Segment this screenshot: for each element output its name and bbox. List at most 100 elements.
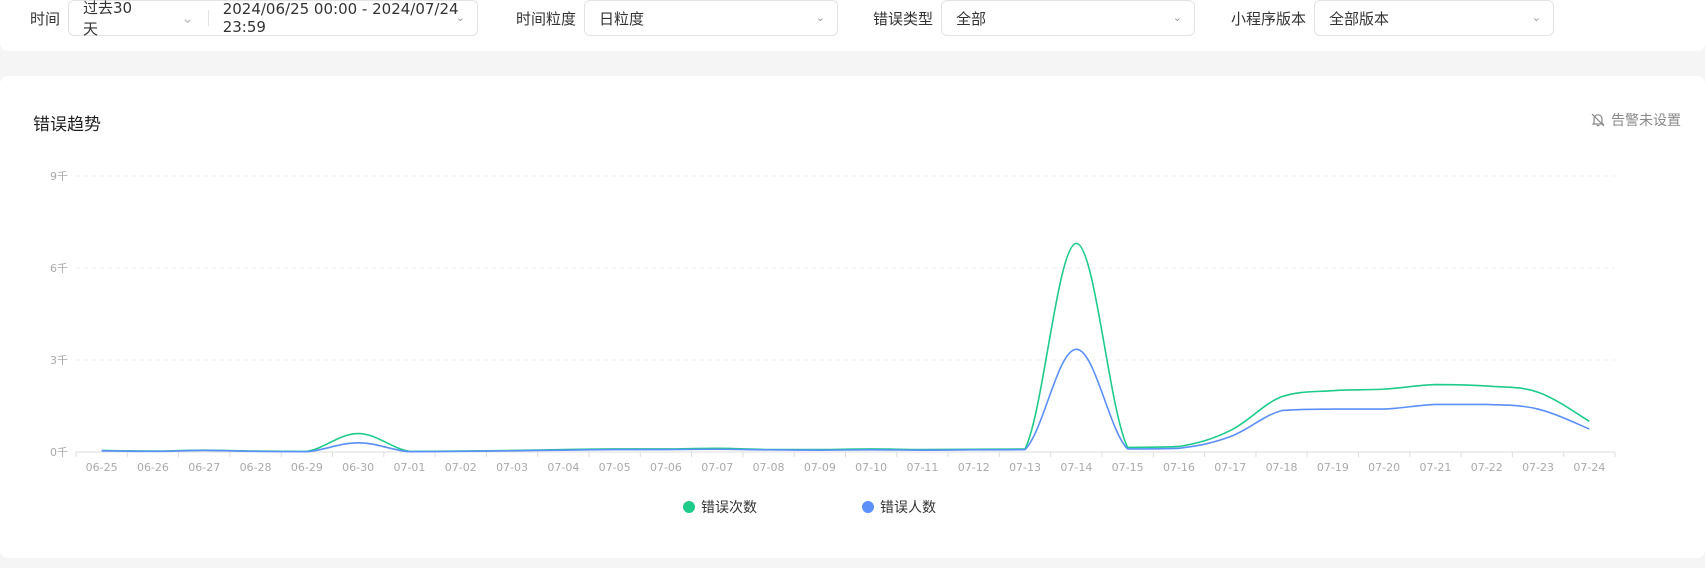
x-tick-label: 07-23 (1522, 461, 1554, 474)
data-point (511, 450, 513, 452)
error-trend-card: 错误趋势 告警未设置 0千 3千 6千 9千 06-25 06-26 06-27 06-28 0… (0, 76, 1705, 558)
x-tick-label: 07-11 (906, 461, 938, 474)
data-point (921, 449, 923, 451)
x-tick-label: 07-10 (855, 461, 887, 474)
time-filter-label: 时间 (30, 9, 61, 28)
x-tick-label: 07-05 (599, 461, 631, 474)
chevron-down-icon: ⌄ (181, 9, 194, 27)
x-tick-label: 07-16 (1163, 461, 1195, 474)
granularity-value: 日粒度 (599, 9, 645, 28)
data-point (1383, 408, 1385, 410)
data-point (1075, 242, 1077, 244)
data-point (819, 449, 821, 451)
error-trend-chart: 0千 3千 6千 9千 06-25 06-26 06-27 06-28 06-29 06-30 07… (50, 170, 1616, 474)
data-point (254, 450, 256, 452)
data-point (1434, 403, 1436, 405)
x-tick-label: 07-18 (1266, 461, 1298, 474)
data-point (1332, 408, 1334, 410)
error-type-select[interactable]: 全部 ⌄ (941, 0, 1196, 36)
data-point (1280, 409, 1282, 411)
data-point (408, 450, 410, 452)
x-tick-label: 07-12 (958, 461, 990, 474)
legend-label: 错误次数 (701, 500, 757, 516)
data-point (1537, 391, 1539, 393)
data-point (870, 449, 872, 451)
data-point (562, 449, 564, 451)
x-tick-label: 07-08 (753, 461, 785, 474)
x-tick-label: 06-29 (291, 461, 323, 474)
x-tick-label: 07-06 (650, 461, 682, 474)
series-line-users (101, 348, 1590, 453)
x-tick-label: 07-19 (1317, 461, 1349, 474)
x-tick-label: 07-07 (701, 461, 733, 474)
x-tick-label: 07-20 (1368, 461, 1400, 474)
error-type-value: 全部 (956, 9, 987, 28)
chevron-down-icon: ⌄ (455, 11, 466, 24)
time-range-select[interactable]: 过去30天 ⌄ 2024/06/25 00:00 - 2024/07/24 23… (68, 0, 479, 38)
x-tick-label: 07-15 (1112, 461, 1144, 474)
data-point (665, 448, 667, 450)
y-tick-label: 0千 (50, 446, 68, 459)
y-tick-label: 9千 (50, 170, 68, 183)
data-point (1383, 388, 1385, 390)
x-tick-label: 06-25 (86, 461, 118, 474)
data-point (1486, 403, 1488, 405)
x-tick-label: 07-22 (1471, 461, 1503, 474)
data-point (306, 450, 308, 452)
chevron-down-icon: ⌄ (1531, 11, 1542, 24)
data-point (973, 449, 975, 451)
version-select[interactable]: 全部版本 ⌄ (1314, 0, 1555, 36)
data-point (100, 450, 102, 452)
chevron-down-icon: ⌄ (1172, 11, 1183, 24)
legend-item-users[interactable]: 错误人数 (862, 497, 936, 517)
legend-label: 错误人数 (880, 500, 936, 516)
x-tick-label: 07-04 (547, 461, 579, 474)
filter-bar: 时间 过去30天 ⌄ 2024/06/25 00:00 - 2024/07/24… (0, 0, 1705, 51)
data-point (1434, 383, 1436, 385)
data-point (1126, 448, 1128, 450)
data-point (152, 450, 154, 452)
version-filter: 小程序版本 全部版本 ⌄ (1231, 0, 1555, 38)
data-point (1588, 428, 1590, 430)
date-range-value: 2024/06/25 00:00 - 2024/07/24 23:59 (222, 0, 459, 36)
x-tick-label: 07-03 (496, 461, 528, 474)
error-type-filter: 错误类型 全部 ⌄ (873, 0, 1196, 38)
data-point (1178, 447, 1180, 449)
data-point (1486, 385, 1488, 387)
time-filter: 时间 过去30天 ⌄ 2024/06/25 00:00 - 2024/07/24… (30, 0, 479, 38)
data-point (1588, 420, 1590, 422)
granularity-select[interactable]: 日粒度 ⌄ (584, 0, 839, 36)
x-tick-label: 06-30 (342, 461, 374, 474)
x-tick-label: 07-24 (1573, 461, 1605, 474)
data-point (1280, 396, 1282, 398)
legend-item-errors[interactable]: 错误次数 (683, 497, 757, 517)
data-point (1024, 448, 1026, 450)
y-tick-label: 6千 (50, 262, 68, 275)
x-tick-label: 07-14 (1060, 461, 1092, 474)
chevron-down-icon: ⌄ (815, 11, 826, 24)
granularity-filter: 时间粒度 日粒度 ⌄ (516, 0, 839, 38)
legend-marker (683, 501, 695, 513)
x-tick-label: 07-02 (445, 461, 477, 474)
series-line-errors (101, 242, 1590, 453)
x-tick-label: 07-09 (804, 461, 836, 474)
data-point (357, 442, 359, 444)
data-point (1332, 389, 1334, 391)
legend-marker (862, 501, 874, 513)
data-point (716, 448, 718, 450)
x-tick-label: 07-21 (1419, 461, 1451, 474)
data-point (357, 432, 359, 434)
data-point (1229, 435, 1231, 437)
x-tick-label: 06-26 (137, 461, 169, 474)
x-tick-label: 07-17 (1214, 461, 1246, 474)
data-point (1537, 408, 1539, 410)
x-tick-label: 07-01 (393, 461, 425, 474)
data-point (1075, 348, 1077, 350)
data-point (203, 449, 205, 451)
x-tick-label: 06-28 (240, 461, 272, 474)
y-tick-label: 3千 (50, 354, 68, 367)
version-value: 全部版本 (1329, 9, 1390, 28)
data-point (767, 449, 769, 451)
time-range-value: 过去30天 (83, 0, 133, 38)
data-point (1229, 429, 1231, 431)
